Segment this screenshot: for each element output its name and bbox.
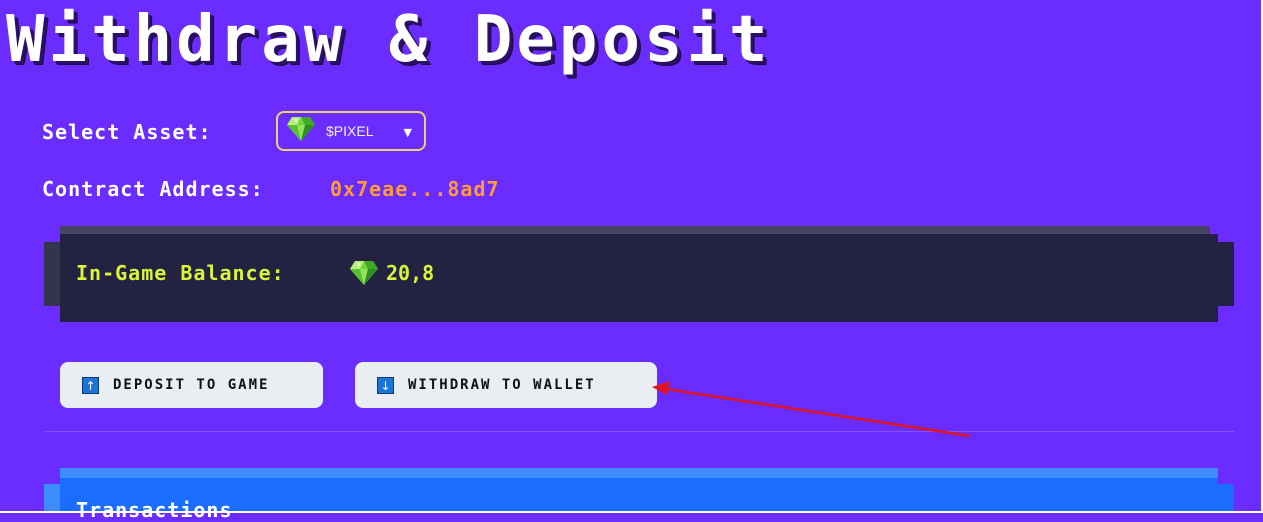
arrow-up-icon: ↑ [82,376,99,394]
chevron-down-icon: ▼ [403,126,412,139]
withdraw-button-label: WITHDRAW TO WALLET [408,377,596,393]
contract-address-label: Contract Address: [42,177,264,201]
deposit-button-label: DEPOSIT TO GAME [113,377,270,393]
page-title: Withdraw & Deposit [6,3,772,77]
asset-selected-value: $PIXEL [326,123,374,139]
contract-address-link[interactable]: 0x7eae...8ad7 [330,177,500,201]
select-asset-label: Select Asset: [42,120,212,144]
balance-label: In-Game Balance: [76,261,285,285]
arrow-down-icon: ↓ [377,376,394,394]
asset-select[interactable]: $PIXEL ▼ [276,111,426,151]
transactions-title: Transactions [76,498,233,522]
gem-icon [349,260,379,290]
balance-value: 20,8 [386,261,435,285]
gem-icon [286,116,316,146]
deposit-to-game-button[interactable]: ↑ DEPOSIT TO GAME [60,362,323,408]
section-divider [44,431,1234,432]
withdraw-to-wallet-button[interactable]: ↓ WITHDRAW TO WALLET [355,362,657,408]
